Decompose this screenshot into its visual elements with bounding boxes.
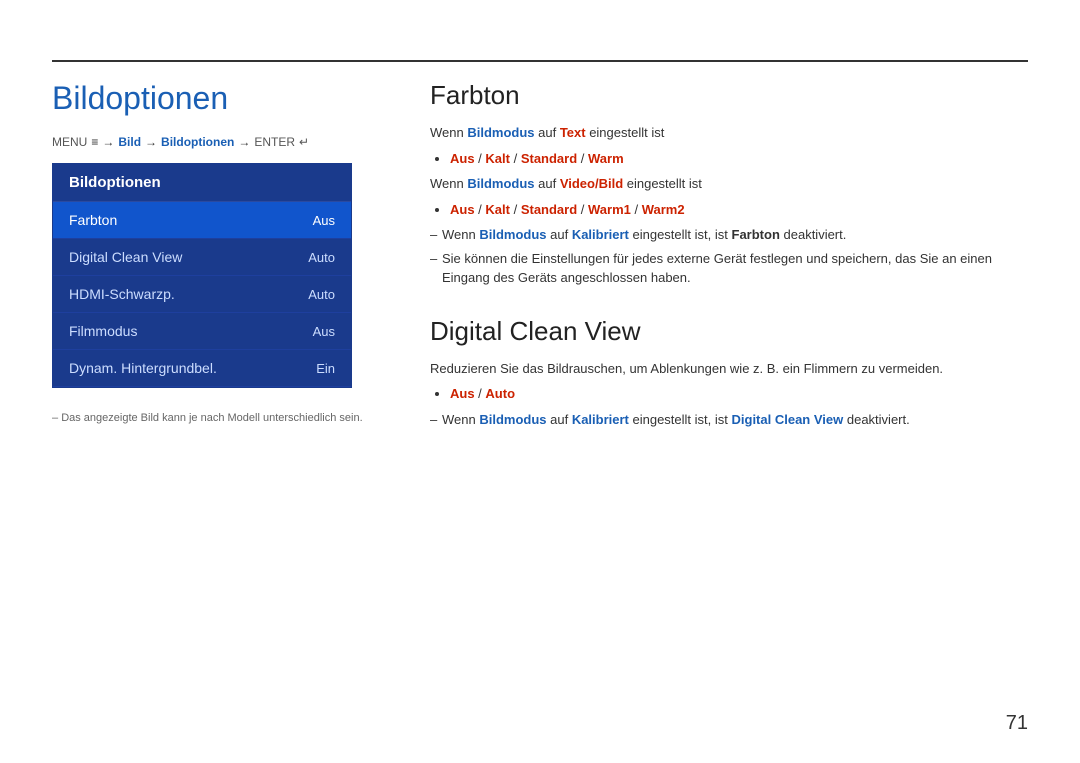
arrow-symbol-2: → [145, 135, 157, 149]
farbton-bold-1: Farbton [732, 227, 780, 242]
section-farbton: Farbton Wenn Bildmodus auf Text eingeste… [430, 80, 1028, 288]
menu-path-enter: ENTER [254, 135, 295, 149]
dcv-bildmodus: Bildmodus [479, 412, 546, 427]
farbton-kalibriert-1: Kalibriert [572, 227, 629, 242]
arrow-symbol-1: → [102, 135, 114, 149]
menu-path-bild: Bild [118, 135, 141, 149]
top-divider [52, 60, 1028, 62]
menu-item-hdmi[interactable]: HDMI-Schwarzp. Auto [53, 276, 351, 313]
farbton-warm2: Warm2 [642, 202, 685, 217]
menu-item-filmmodus[interactable]: Filmmodus Aus [53, 313, 351, 350]
menu-item-farbton[interactable]: Farbton Aus [53, 202, 351, 239]
menu-box: Bildoptionen Farbton Aus Digital Clean V… [52, 163, 352, 388]
menu-item-hdmi-value: Auto [308, 287, 335, 302]
menu-path-menu: MENU [52, 135, 87, 149]
left-panel: Bildoptionen MENU ≡ → Bild → Bildoptione… [52, 80, 372, 424]
farbton-note1: Wenn Bildmodus auf Kalibriert eingestell… [430, 225, 1028, 245]
page-title: Bildoptionen [52, 80, 372, 117]
enter-icon: ↵ [299, 135, 309, 149]
farbton-kalt-2: Kalt [485, 202, 510, 217]
menu-path-bildoptionen: Bildoptionen [161, 135, 234, 149]
menu-item-hdmi-label: HDMI-Schwarzp. [69, 286, 175, 302]
dcv-description: Reduzieren Sie das Bildrauschen, um Able… [430, 359, 1028, 379]
menu-box-title: Bildoptionen [53, 164, 351, 202]
dcv-auto: Auto [485, 386, 515, 401]
farbton-aus-2: Aus [450, 202, 475, 217]
farbton-title: Farbton [430, 80, 1028, 111]
menu-item-dcv-label: Digital Clean View [69, 249, 182, 265]
dcv-aus: Aus [450, 386, 475, 401]
dcv-list: Aus / Auto [450, 384, 1028, 404]
farbton-text: Text [560, 125, 586, 140]
farbton-list-1: Aus / Kalt / Standard / Warm [450, 149, 1028, 169]
menu-item-film-label: Filmmodus [69, 323, 137, 339]
menu-path: MENU ≡ → Bild → Bildoptionen → ENTER ↵ [52, 135, 372, 149]
menu-item-digital-clean-view[interactable]: Digital Clean View Auto [53, 239, 351, 276]
farbton-line1: Wenn Bildmodus auf Text eingestellt ist [430, 123, 1028, 143]
farbton-warm-1: Warm [588, 151, 624, 166]
farbton-standard-1: Standard [521, 151, 577, 166]
farbton-note2: Sie können die Einstellungen für jedes e… [430, 249, 1028, 288]
menu-item-farbton-value: Aus [313, 213, 335, 228]
menu-item-film-value: Aus [313, 324, 335, 339]
farbton-kalt-1: Kalt [485, 151, 510, 166]
farbton-warm1: Warm1 [588, 202, 631, 217]
farbton-bildmodus-2: Bildmodus [467, 176, 534, 191]
farbton-list-2: Aus / Kalt / Standard / Warm1 / Warm2 [450, 200, 1028, 220]
farbton-bullet-1: Aus / Kalt / Standard / Warm [450, 149, 1028, 169]
menu-item-dcv-value: Auto [308, 250, 335, 265]
farbton-videobild: Video/Bild [560, 176, 623, 191]
farbton-bullet-2: Aus / Kalt / Standard / Warm1 / Warm2 [450, 200, 1028, 220]
farbton-bildmodus-3: Bildmodus [479, 227, 546, 242]
arrow-symbol-3: → [238, 135, 250, 149]
dcv-name-ref: Digital Clean View [732, 412, 844, 427]
arrow-1: ≡ [91, 135, 98, 149]
section-digital-clean-view: Digital Clean View Reduzieren Sie das Bi… [430, 316, 1028, 430]
page-number: 71 [1006, 712, 1028, 735]
menu-item-hintergrund-label: Dynam. Hintergrundbel. [69, 360, 217, 376]
dcv-title: Digital Clean View [430, 316, 1028, 347]
dcv-bullet-1: Aus / Auto [450, 384, 1028, 404]
dcv-note1: Wenn Bildmodus auf Kalibriert eingestell… [430, 410, 1028, 430]
farbton-aus-1: Aus [450, 151, 475, 166]
farbton-bildmodus-1: Bildmodus [467, 125, 534, 140]
farbton-line2: Wenn Bildmodus auf Video/Bild eingestell… [430, 174, 1028, 194]
footnote: Das angezeigte Bild kann je nach Modell … [52, 412, 372, 424]
dcv-kalibriert: Kalibriert [572, 412, 629, 427]
right-panel: Farbton Wenn Bildmodus auf Text eingeste… [430, 80, 1028, 457]
menu-item-hintergrund-value: Ein [316, 361, 335, 376]
farbton-standard-2: Standard [521, 202, 577, 217]
menu-item-farbton-label: Farbton [69, 212, 117, 228]
menu-item-hintergrund[interactable]: Dynam. Hintergrundbel. Ein [53, 350, 351, 387]
